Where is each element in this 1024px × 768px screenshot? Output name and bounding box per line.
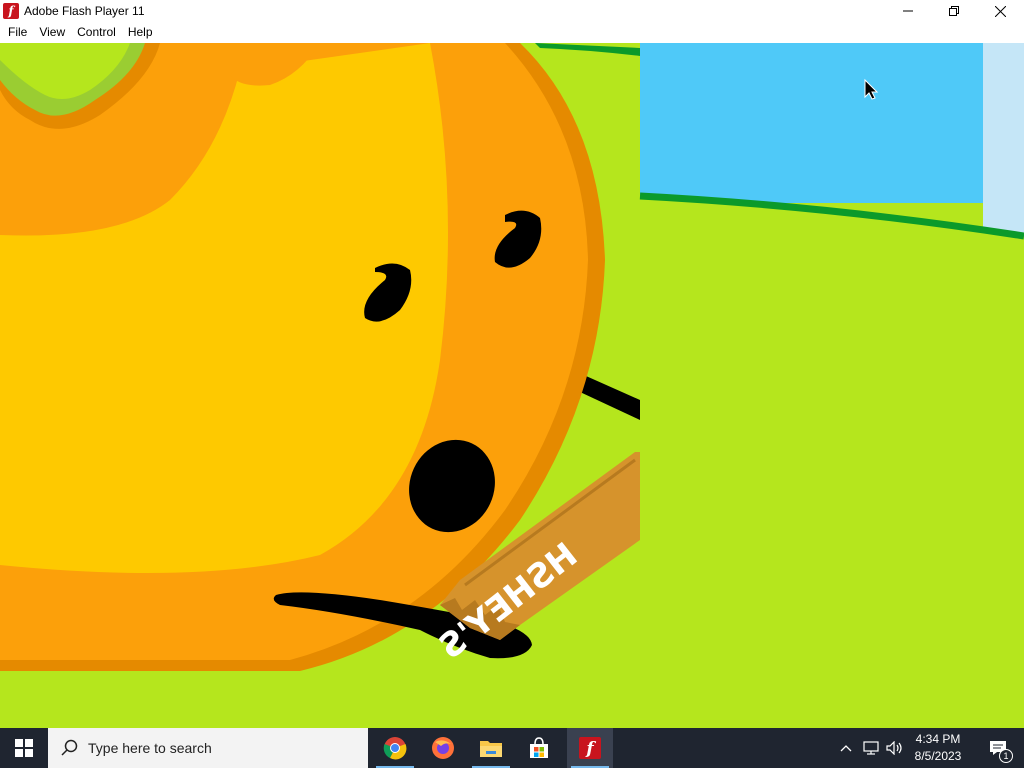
- search-icon: [61, 739, 78, 756]
- start-button[interactable]: [0, 728, 48, 768]
- taskbar-app-file-explorer[interactable]: [468, 728, 514, 768]
- network-button[interactable]: [860, 728, 882, 768]
- sky-panel: [640, 43, 983, 203]
- firefox-icon: [432, 737, 454, 759]
- volume-icon: [886, 741, 902, 755]
- notification-count-badge: 1: [999, 749, 1013, 763]
- sky-edge: [983, 43, 1024, 233]
- close-button[interactable]: [977, 0, 1023, 22]
- search-placeholder: Type here to search: [88, 740, 212, 756]
- taskbar-app-flash-player[interactable]: f: [567, 728, 613, 768]
- volume-button[interactable]: [884, 728, 906, 768]
- flash-app-icon: f: [3, 3, 19, 19]
- title-bar[interactable]: f Adobe Flash Player 11: [0, 0, 1024, 22]
- action-center-button[interactable]: 1: [978, 728, 1018, 768]
- restore-icon: [949, 6, 959, 16]
- close-icon: [994, 5, 1006, 17]
- chrome-icon: [383, 737, 407, 760]
- minimize-icon: [903, 10, 913, 12]
- taskbar-app-store[interactable]: [516, 728, 562, 768]
- menu-file[interactable]: File: [2, 22, 33, 43]
- taskbar-app-chrome[interactable]: [372, 728, 418, 768]
- network-icon: [863, 741, 879, 755]
- folder-icon: [480, 741, 502, 757]
- store-icon: [530, 737, 548, 758]
- clock-date: 8/5/2023: [914, 749, 962, 763]
- chevron-up-icon: [840, 745, 852, 752]
- taskbar-clock[interactable]: 4:34 PM 8/5/2023: [906, 731, 970, 765]
- menu-bar: File View Control Help: [0, 22, 1024, 43]
- flash-player-window: f Adobe Flash Player 11 File View Contro…: [0, 0, 1024, 728]
- show-hidden-icons-button[interactable]: [836, 728, 856, 768]
- taskbar-app-firefox[interactable]: [420, 728, 466, 768]
- flash-stage[interactable]: HSHEY'S: [0, 43, 1024, 728]
- windows-logo-icon: [15, 739, 33, 757]
- clock-time: 4:34 PM: [915, 732, 961, 746]
- minimize-button[interactable]: [885, 0, 931, 22]
- restore-button[interactable]: [931, 0, 977, 22]
- flash-animation-canvas: HSHEY'S: [0, 43, 1024, 728]
- taskbar-search-box[interactable]: Type here to search: [48, 728, 368, 768]
- ground: [0, 671, 1024, 728]
- windows-taskbar: Type here to search f 4:34 PM 8/5/2023 1: [0, 728, 1024, 768]
- menu-control[interactable]: Control: [71, 22, 122, 43]
- flash-icon: f: [579, 737, 601, 759]
- window-title: Adobe Flash Player 11: [24, 4, 145, 18]
- menu-view[interactable]: View: [33, 22, 71, 43]
- menu-help[interactable]: Help: [122, 22, 159, 43]
